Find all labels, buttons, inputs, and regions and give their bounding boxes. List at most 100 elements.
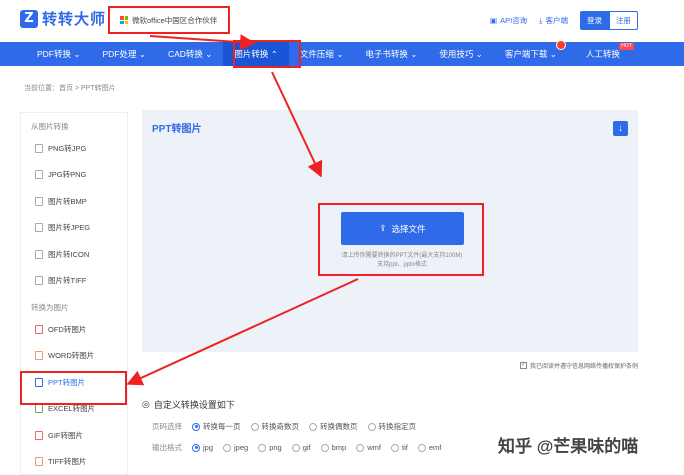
api-link[interactable]: ▣ API咨询: [490, 15, 527, 26]
sidebar-item-label: 图片转TIFF: [48, 276, 87, 286]
radio-icon: [390, 443, 399, 452]
sidebar-item-png-to-jpg[interactable]: PNG转JPG: [21, 135, 127, 162]
nav-manual-convert[interactable]: 人工转换 HOT: [568, 42, 636, 66]
image-icon: [35, 196, 43, 206]
format-option-jpg[interactable]: jpg: [192, 443, 213, 452]
option-label: png: [269, 443, 282, 452]
main-nav: PDF转换 ⌄ PDF处理 ⌄ CAD转换 ⌄ 图片转换 ⌃ 文件压缩 ⌄ 电子…: [0, 40, 684, 66]
page-option-specific[interactable]: 转换指定页: [367, 421, 417, 432]
sidebar-item-image-to-tiff[interactable]: 图片转TIFF: [21, 268, 127, 295]
settings-icon: ◎: [142, 399, 150, 409]
home-badge-icon: [555, 40, 566, 50]
image-icon: [35, 223, 43, 233]
radio-icon: [250, 422, 259, 431]
top-header: Z 转转大师 微软office中国区合作伙伴 ▣ API咨询 ⤓ 客户端 登录 …: [0, 0, 684, 40]
client-link[interactable]: ⤓ 客户端: [539, 15, 568, 26]
image-icon: [35, 143, 43, 153]
agreement-checkbox[interactable]: ✓: [519, 362, 527, 369]
format-option-wmf[interactable]: wmf: [356, 443, 381, 452]
page-option-even[interactable]: 转换偶数页: [309, 421, 358, 432]
option-label: tif: [401, 443, 408, 452]
nav-manual-convert-label: 人工转换: [585, 49, 620, 59]
nav-pdf-convert[interactable]: PDF转换 ⌄: [26, 42, 91, 66]
file-icon: [35, 351, 43, 361]
format-option-tif[interactable]: tif: [390, 443, 408, 452]
sidebar-item-ofd-to-image[interactable]: OFD转图片: [21, 316, 127, 343]
output-format-label: 输出格式: [152, 443, 182, 452]
sidebar-item-image-to-jpeg[interactable]: 图片转JPEG: [21, 215, 127, 242]
sidebar: 从图片转换 PNG转JPG JPG转PNG 图片转BMP 图片转JPEG 图片转…: [20, 112, 128, 475]
file-icon: [35, 404, 43, 414]
sidebar-item-label: 图片转JPEG: [48, 223, 91, 233]
option-label: jpg: [203, 443, 214, 452]
auth-buttons: 登录 注册: [580, 11, 638, 30]
sidebar-item-tiff-to-image[interactable]: TIFF转图片: [21, 449, 127, 475]
file-icon: [35, 324, 43, 334]
brand-name: 转转大师: [42, 10, 107, 28]
nav-client-download-label: 客户端下载 ⌄: [504, 49, 557, 59]
option-label: bmp: [331, 443, 347, 452]
option-label: wmf: [367, 443, 381, 452]
sidebar-item-jpg-to-png[interactable]: JPG转PNG: [21, 162, 127, 189]
sidebar-item-label: TIFF转图片: [48, 457, 87, 467]
download-icon: ⤓: [539, 15, 543, 25]
radio-icon: [309, 422, 317, 431]
radio-icon: [192, 443, 200, 452]
login-button[interactable]: 登录: [580, 11, 609, 30]
page-option-every[interactable]: 转换每一页: [192, 421, 241, 432]
radio-icon: [258, 443, 267, 452]
header-actions: ▣ API咨询 ⤓ 客户端 登录 注册: [490, 11, 638, 30]
hot-badge: HOT: [619, 43, 634, 50]
format-option-gif[interactable]: gif: [291, 443, 311, 452]
nav-client-download[interactable]: 客户端下载 ⌄: [494, 40, 568, 66]
radio-icon: [223, 443, 232, 452]
option-label: 转换偶数页: [320, 422, 358, 431]
radio-icon: [356, 443, 365, 452]
radio-icon: [417, 443, 426, 452]
format-option-bmp[interactable]: bmp: [320, 443, 347, 452]
nav-cad-convert[interactable]: CAD转换 ⌄: [157, 42, 223, 66]
format-option-emf[interactable]: emf: [417, 443, 442, 452]
sidebar-item-gif-to-image[interactable]: GIF转图片: [21, 422, 127, 449]
sidebar-item-label: GIF转图片: [48, 430, 83, 440]
agreement-text: 我已阅读并遵守信息网络传播权保护条例: [529, 364, 638, 370]
sidebar-item-label: PNG转JPG: [48, 143, 87, 153]
format-option-jpeg[interactable]: jpeg: [223, 443, 248, 452]
partner-badge: 微软office中国区合作伙伴: [108, 6, 230, 34]
client-label: 客户端: [545, 16, 569, 25]
option-label: 转换指定页: [378, 422, 417, 431]
upload-highlight-box: [318, 203, 484, 276]
download-icon[interactable]: ↓: [613, 121, 628, 136]
option-label: 转换每一页: [203, 422, 241, 431]
radio-icon: [320, 443, 329, 452]
page-selection-label: 页码选择: [152, 422, 182, 431]
sidebar-item-word-to-image[interactable]: WORD转图片: [21, 343, 127, 370]
option-label: emf: [428, 443, 442, 452]
page-selection-row: 页码选择 转换每一页 转换奇数页 转换偶数页 转换指定页: [142, 421, 638, 432]
option-label: gif: [302, 443, 311, 452]
nav-pdf-process[interactable]: PDF处理 ⌄: [91, 42, 156, 66]
page-title: PPT转图片: [152, 124, 202, 135]
brand-logo[interactable]: Z 转转大师: [20, 8, 106, 29]
nav-ebook-convert[interactable]: 电子书转换 ⌄: [354, 42, 428, 66]
format-option-png[interactable]: png: [258, 443, 282, 452]
radio-icon: [291, 443, 300, 452]
sidebar-item-label: OFD转图片: [48, 324, 87, 334]
sidebar-item-image-to-icon[interactable]: 图片转ICON: [21, 241, 127, 268]
page-option-odd[interactable]: 转换奇数页: [250, 421, 300, 432]
image-icon: [35, 170, 43, 180]
watermark: 知乎 @芒果味的喵: [498, 437, 639, 456]
radio-icon: [367, 422, 376, 431]
nav-tips[interactable]: 使用技巧 ⌄: [428, 42, 493, 66]
breadcrumb: 当前位置：首页 > PPT转图片: [24, 85, 116, 92]
api-label: API咨询: [500, 16, 528, 25]
sidebar-item-image-to-bmp[interactable]: 图片转BMP: [21, 188, 127, 215]
radio-icon: [192, 422, 200, 431]
register-button[interactable]: 注册: [609, 11, 638, 30]
sidebar-item-label: JPG转PNG: [48, 170, 87, 180]
sidebar-group-to-image: 转换为图片: [31, 303, 69, 312]
option-label: 转换奇数页: [261, 422, 300, 431]
agreement[interactable]: ✓ 我已阅读并遵守信息网络传播权保护条例: [519, 361, 638, 370]
sidebar-item-label: 图片转ICON: [48, 249, 90, 259]
settings-title: ◎ 自定义转换设置如下: [142, 398, 638, 411]
